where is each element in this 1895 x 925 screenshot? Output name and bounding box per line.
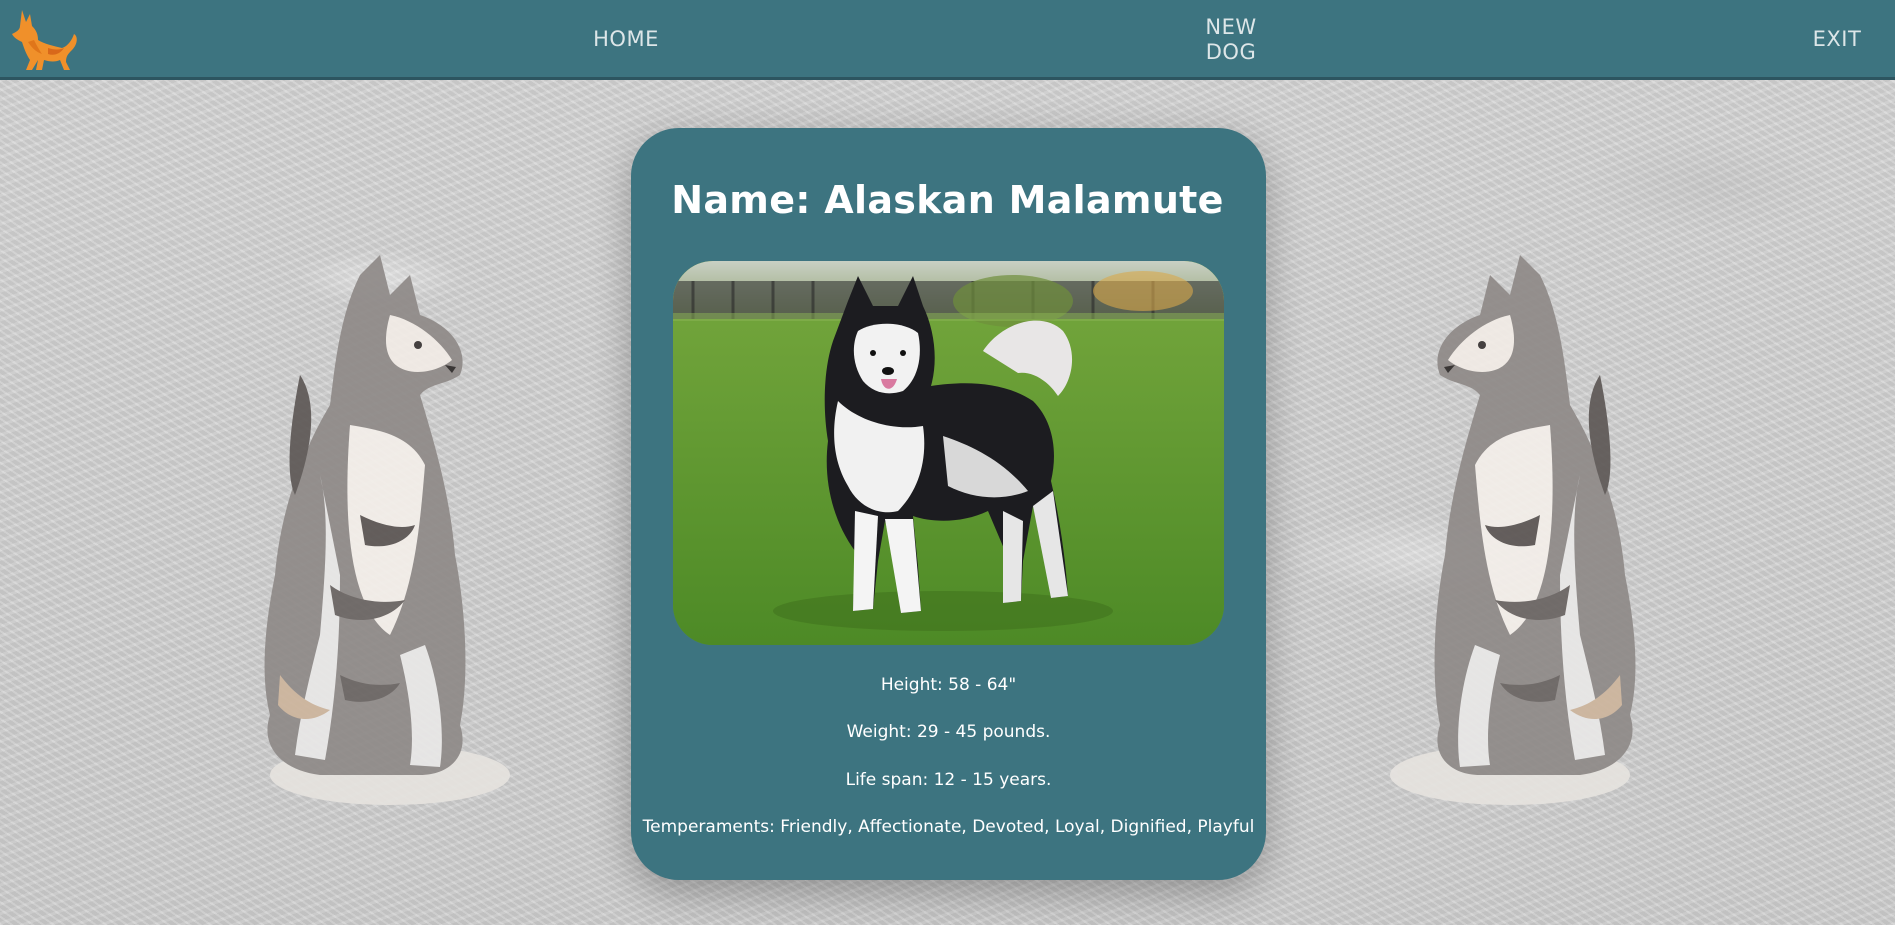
dog-logo-icon[interactable] — [8, 4, 80, 76]
dog-weight-text: Weight: 29 - 45 pounds. — [846, 722, 1051, 742]
nav-exit-link[interactable]: EXIT — [1800, 27, 1874, 52]
husky-illustration-right — [1390, 255, 1636, 805]
dog-photo-image — [673, 261, 1224, 645]
nav-home-link[interactable]: HOME — [580, 27, 672, 52]
dog-height-text: Height: 58 - 64" — [880, 675, 1017, 695]
nav-new-dog-line1: NEW — [1205, 15, 1257, 39]
dog-photo — [673, 261, 1224, 645]
nav-new-dog-line2: DOG — [1205, 40, 1257, 64]
husky-illustration-left — [264, 255, 510, 805]
nav-new-dog-link[interactable]: NEW DOG — [1188, 15, 1274, 65]
navbar: HOME NEW DOG EXIT — [0, 0, 1895, 80]
dog-name-title: Name: Alaskan Malamute — [671, 178, 1224, 222]
dog-life-span-text: Life span: 12 - 15 years. — [845, 770, 1052, 790]
dog-temperaments-text: Temperaments: Friendly, Affectionate, De… — [642, 817, 1255, 837]
